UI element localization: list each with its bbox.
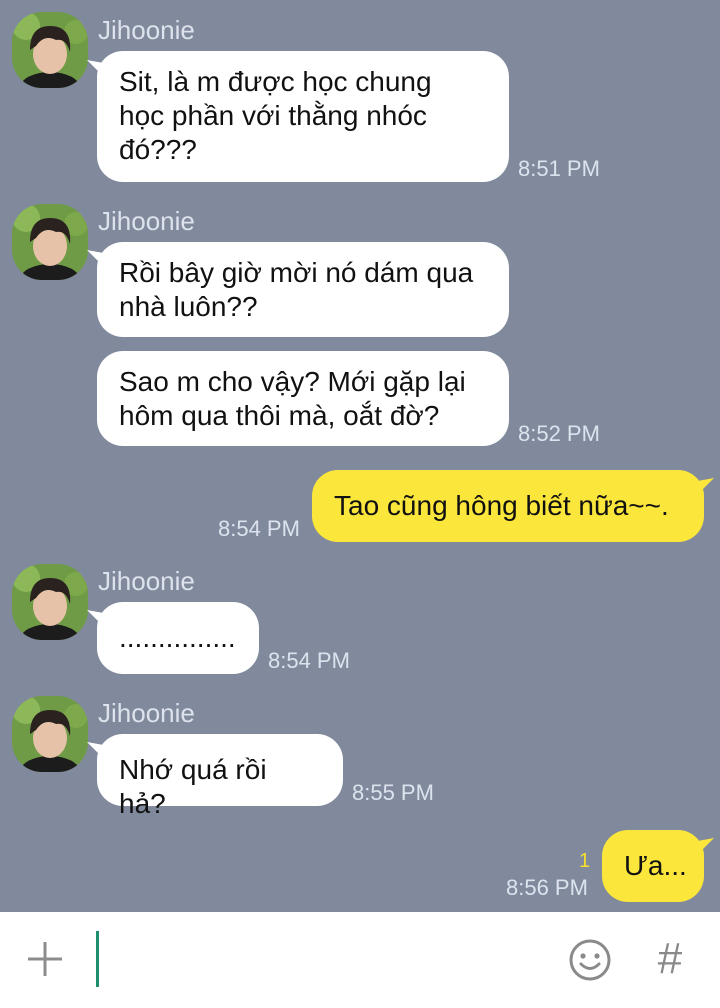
sender-avatar[interactable] bbox=[12, 696, 88, 772]
message-bubble-outgoing[interactable]: Ưa... bbox=[602, 830, 704, 902]
message-bubble-incoming[interactable]: Sao m cho vậy? Mới gặp lại hôm qua thôi … bbox=[97, 351, 509, 446]
unread-count: 1 bbox=[579, 850, 591, 872]
message-input-bar bbox=[0, 912, 720, 1008]
bubble-tail bbox=[692, 478, 714, 500]
message-time: 8:52 PM bbox=[518, 421, 600, 446]
message-bubble-outgoing[interactable]: Tao cũng hông biết nữa~~. bbox=[312, 470, 704, 542]
message-line: Nhớ quá rồi hả? bbox=[119, 754, 267, 819]
message-time: 8:54 PM bbox=[218, 516, 300, 541]
bubble-tail bbox=[692, 838, 714, 860]
message-bubble-incoming[interactable]: Rồi bây giờ mời nó dám qua nhà luôn?? bbox=[97, 242, 509, 337]
message-line: Sit, là m được học chung bbox=[119, 66, 432, 97]
message-line: Sao m cho vậy? Mới gặp lại bbox=[119, 366, 466, 397]
sender-name: Jihoonie bbox=[98, 566, 195, 596]
message-line: học phần với thằng nhóc bbox=[119, 100, 427, 131]
message-line: nhà luôn?? bbox=[119, 291, 258, 322]
plus-icon[interactable] bbox=[26, 940, 64, 978]
message-time: 8:55 PM bbox=[352, 780, 434, 805]
chat-area[interactable]: Jihoonie Sit, là m được học chung học ph… bbox=[0, 0, 720, 912]
message-bubble-incoming[interactable]: ............... bbox=[97, 602, 259, 674]
message-time: 8:56 PM bbox=[506, 875, 588, 900]
message-bubble-incoming[interactable]: Nhớ quá rồi hả? bbox=[97, 734, 343, 819]
message-line: đó??? bbox=[119, 134, 197, 165]
message-line: Rồi bây giờ mời nó dám qua bbox=[119, 257, 474, 288]
sender-avatar[interactable] bbox=[12, 204, 88, 280]
sender-name: Jihoonie bbox=[98, 206, 195, 236]
message-line: ............... bbox=[119, 622, 236, 653]
message-line: hôm qua thôi mà, oắt đờ? bbox=[119, 400, 440, 431]
message-line: Tao cũng hông biết nữa~~. bbox=[334, 490, 669, 521]
sender-avatar[interactable] bbox=[12, 564, 88, 640]
message-bubble-incoming[interactable]: Sit, là m được học chung học phần với th… bbox=[97, 51, 509, 182]
message-time: 8:51 PM bbox=[518, 156, 600, 181]
sender-name: Jihoonie bbox=[98, 15, 195, 45]
hashtag-button[interactable]: # bbox=[652, 934, 688, 984]
message-input[interactable] bbox=[96, 931, 99, 987]
message-line: Ưa... bbox=[624, 850, 687, 881]
sender-name: Jihoonie bbox=[98, 698, 195, 728]
sender-avatar[interactable] bbox=[12, 12, 88, 88]
smiley-icon[interactable] bbox=[568, 938, 612, 982]
message-time: 8:54 PM bbox=[268, 648, 350, 673]
